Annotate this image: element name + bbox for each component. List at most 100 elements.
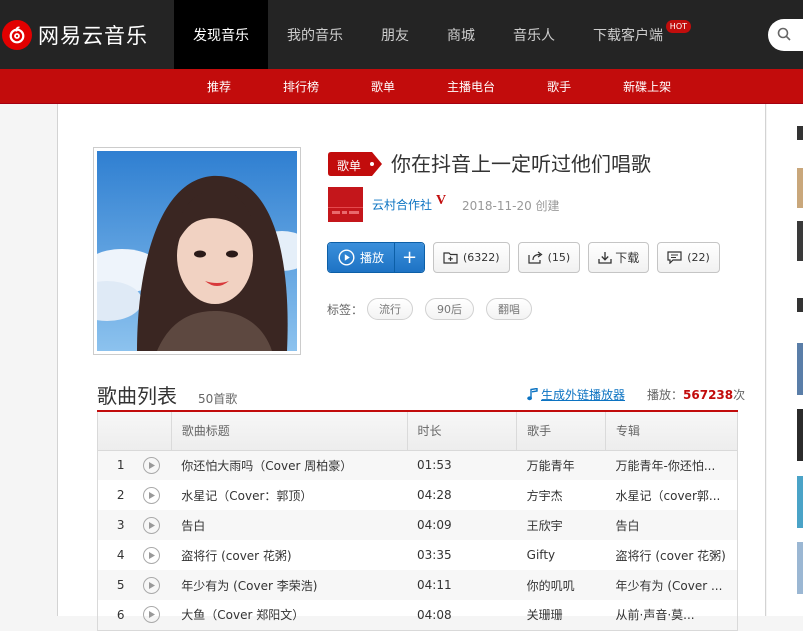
sidebar-thumbnail[interactable] [797,343,803,395]
song-artist[interactable]: 方宇杰 [517,480,606,510]
song-play-button[interactable] [143,600,171,630]
song-artist[interactable]: 万能青年 [516,450,606,480]
action-buttons: 播放 + (6322) (15) 下载 (22) [327,242,720,273]
creator-avatar[interactable] [328,187,363,222]
song-album[interactable]: 水星记（cover郭... [606,480,738,510]
nav-item-store[interactable]: 商城 [428,0,494,69]
play-circle-icon [143,606,161,624]
song-title[interactable]: 大鱼（Cover 郑阳文） [171,600,407,630]
songlist-count: 50首歌 [198,392,238,406]
tag-cover[interactable]: 翻唱 [486,298,533,320]
download-button[interactable]: 下载 [588,242,650,273]
song-artist[interactable]: 你的叽叽 [516,570,606,600]
plus-icon: + [401,247,418,268]
nav-item-musicians[interactable]: 音乐人 [494,0,574,69]
playlist-cover-image[interactable] [97,151,297,351]
subnav-item-label: 歌手 [547,80,572,94]
song-album[interactable]: 告白 [605,510,738,540]
songlist-title: 歌曲列表 [97,384,177,408]
main-nav: 发现音乐 我的音乐 朋友 商城 音乐人 下载客户端 HOT [174,0,691,69]
sidebar-thumbnail[interactable] [797,168,803,208]
nav-item-my-music[interactable]: 我的音乐 [268,0,362,69]
sub-nav: 推荐 排行榜 歌单 主播电台 歌手 新碟上架 [188,69,704,104]
play-circle-icon [143,546,161,564]
song-album[interactable]: 万能青年-你还怕... [605,450,738,480]
play-circle-icon [338,249,355,266]
song-title[interactable]: 盗将行 (cover 花粥) [171,540,407,570]
song-album[interactable]: 年少有为 (Cover ... [605,570,738,600]
table-row[interactable]: 5 年少有为 (Cover 李荣浩) 04:11 你的叽叽 年少有为 (Cover ..… [97,570,738,600]
play-circle-icon [143,516,161,534]
nav-item-download-client[interactable]: 下载客户端 HOT [574,0,691,69]
play-count-value: 567238 [683,388,734,402]
subnav-item-new-albums[interactable]: 新碟上架 [604,69,690,104]
song-title[interactable]: 告白 [171,510,407,540]
nav-item-label: 我的音乐 [287,27,343,44]
song-play-button[interactable] [143,510,172,540]
song-title[interactable]: 水星记（Cover：郭顶） [171,480,407,510]
song-play-button[interactable] [143,540,171,570]
share-button[interactable]: (15) [517,242,581,273]
creator-name-link[interactable]: 云村合作社 [372,196,432,213]
sidebar-heading-fragment [797,126,803,140]
nav-item-label: 朋友 [381,27,409,44]
tag-90s[interactable]: 90后 [425,298,475,320]
sidebar-thumbnail[interactable] [797,221,803,261]
song-play-button[interactable] [143,450,172,480]
table-row[interactable]: 3 告白 04:09 王欣宇 告白 [97,510,738,540]
song-title-text: 年少有为 (Cover 李荣浩) [181,578,318,593]
song-artist[interactable]: 王欣宇 [516,510,606,540]
nav-item-friends[interactable]: 朋友 [362,0,428,69]
play-circle-icon [143,576,161,594]
song-artist[interactable]: 关珊珊 [517,600,606,630]
playlist-title: 你在抖音上一定听过他们唱歌 [391,152,651,176]
song-table-header: 歌曲标题 时长 歌手 专辑 [97,412,738,451]
song-album[interactable]: 盗将行 (cover 花粥) [606,540,738,570]
song-duration: 01:53 [407,450,517,480]
sidebar-thumbnail[interactable] [797,409,803,461]
song-play-button[interactable] [143,570,172,600]
song-title-text: 盗将行 (cover 花粥) [181,548,292,563]
subnav-item-charts[interactable]: 排行榜 [264,69,338,104]
column-artist: 歌手 [516,412,606,451]
song-title[interactable]: 年少有为 (Cover 李荣浩) [171,570,407,600]
song-album-text: 水星记（cover郭... [615,488,721,503]
comment-button[interactable]: (22) [657,242,720,273]
subnav-item-label: 推荐 [207,80,232,94]
play-button[interactable]: 播放 [328,243,395,272]
song-artist-text: 关珊珊 [526,608,563,623]
subnav-item-artists[interactable]: 歌手 [528,69,590,104]
subnav-item-recommend[interactable]: 推荐 [188,69,250,104]
song-index: 4 [116,548,125,562]
song-artist-text: 万能青年 [526,458,575,473]
collect-button[interactable]: (6322) [433,242,510,273]
song-album[interactable]: 从前·声音·莫... [606,600,738,630]
play-count: 播放：567238次 [647,386,745,403]
add-to-queue-button[interactable]: + [394,243,425,272]
table-row[interactable]: 6 大鱼（Cover 郑阳文） 04:08 关珊珊 从前·声音·莫... [98,600,738,630]
music-note-icon [527,388,538,401]
subnav-item-radio[interactable]: 主播电台 [428,69,514,104]
table-row[interactable]: 1 你还怕大雨吗（Cover 周柏豪） 01:53 万能青年 万能青年-你还怕... [97,450,738,480]
song-artist-text: Gifty [526,548,556,562]
table-row[interactable]: 4 盗将行 (cover 花粥) 03:35 Gifty 盗将行 (cover 花粥) [98,540,738,570]
table-row[interactable]: 2 水星记（Cover：郭顶） 04:28 方宇杰 水星记（cover郭... [98,480,738,510]
subnav-item-playlists[interactable]: 歌单 [352,69,414,104]
song-play-button[interactable] [143,480,171,510]
song-artist[interactable]: Gifty [517,540,606,570]
search-input[interactable] [768,19,803,51]
external-player-link[interactable]: 生成外链播放器 [527,386,625,403]
site-logo[interactable]: 网易云音乐 [0,0,174,69]
song-album-text: 年少有为 (Cover ... [615,578,723,593]
sub-navigation-bar: 推荐 排行榜 歌单 主播电台 歌手 新碟上架 [0,69,803,104]
song-title[interactable]: 你还怕大雨吗（Cover 周柏豪） [171,450,407,480]
subnav-item-label: 主播电台 [447,80,496,94]
comment-count: (22) [687,251,710,264]
nav-item-discover[interactable]: 发现音乐 [174,0,268,69]
song-index: 6 [116,607,125,622]
song-index: 5 [97,570,144,600]
tag-pop[interactable]: 流行 [367,298,414,320]
song-table: 歌曲标题 时长 歌手 专辑 1 你还怕大雨吗（Cover 周柏豪） 01:53 万能青… [97,412,738,631]
sidebar-thumbnail[interactable] [797,476,803,528]
sidebar-thumbnail[interactable] [797,542,803,594]
